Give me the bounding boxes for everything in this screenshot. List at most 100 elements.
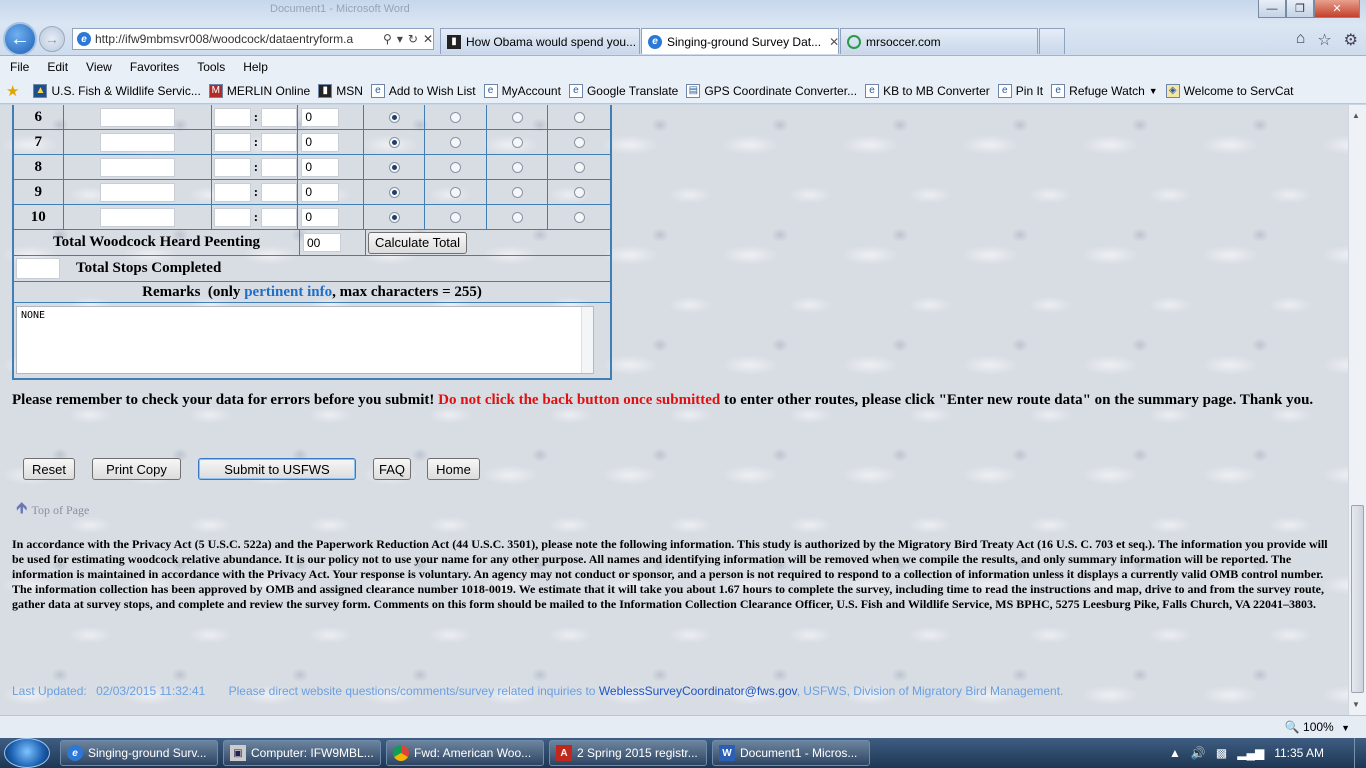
stop-text-field[interactable] [100, 207, 176, 227]
back-button[interactable]: ← [3, 22, 37, 56]
fav-msn[interactable]: ▮ MSN [318, 83, 363, 98]
network-icon[interactable]: ▩ [1216, 746, 1227, 760]
stop-radio-button[interactable] [388, 136, 400, 148]
search-icon[interactable]: ⚲ [383, 32, 392, 46]
taskbar-item-ie[interactable]: e Singing-ground Surv... [60, 740, 218, 766]
tab-singing-ground[interactable]: e Singing-ground Survey Dat... ✕ [641, 28, 839, 54]
stop-radio-button[interactable] [511, 211, 523, 223]
time-minute-field[interactable] [261, 157, 298, 177]
tab-obama[interactable]: ▮ How Obama would spend you... [440, 28, 640, 54]
reset-button[interactable]: Reset [23, 458, 75, 480]
volume-icon[interactable]: 🔊 [1191, 746, 1206, 760]
fav-refuge-watch[interactable]: e Refuge Watch ▼ [1051, 83, 1158, 98]
stop-radio-button[interactable] [573, 111, 585, 123]
fav-servcat[interactable]: ◈ Welcome to ServCat [1165, 83, 1294, 98]
stop-radio-button[interactable] [450, 186, 462, 198]
time-hour-field[interactable] [214, 157, 251, 177]
stop-radio-button[interactable] [388, 186, 400, 198]
clock[interactable]: 11:35 AM [1274, 746, 1324, 760]
tab-mrsoccer[interactable]: mrsoccer.com [840, 28, 1038, 54]
menu-help[interactable]: Help [243, 60, 268, 74]
menu-edit[interactable]: Edit [47, 60, 68, 74]
taskbar-item-word[interactable]: W Document1 - Micros... [712, 740, 870, 766]
menu-favorites[interactable]: Favorites [130, 60, 179, 74]
menu-tools[interactable]: Tools [197, 60, 225, 74]
stop-radio-button[interactable] [511, 161, 523, 173]
settings-gear-icon[interactable]: ⚙ [1344, 30, 1358, 50]
home-icon[interactable]: ⌂ [1296, 30, 1306, 50]
fav-translate[interactable]: e Google Translate [568, 83, 678, 98]
time-minute-field[interactable] [261, 132, 298, 152]
stop-radio-button[interactable] [450, 161, 462, 173]
stop-text-field[interactable] [100, 132, 176, 152]
woodcock-count-field[interactable]: 0 [301, 132, 340, 152]
time-hour-field[interactable] [214, 207, 251, 227]
time-hour-field[interactable] [214, 107, 251, 127]
stop-text-field[interactable] [100, 182, 176, 202]
stop-radio-button[interactable] [573, 186, 585, 198]
scroll-up-icon[interactable]: ▲ [1352, 111, 1360, 120]
fav-merlin[interactable]: M MERLIN Online [208, 83, 310, 98]
woodcock-count-field[interactable]: 0 [301, 182, 340, 202]
forward-button[interactable]: → [39, 26, 65, 52]
stop-radio-button[interactable] [573, 161, 585, 173]
stop-radio-button[interactable] [511, 136, 523, 148]
stop-radio-button[interactable] [450, 211, 462, 223]
stop-radio-button[interactable] [511, 186, 523, 198]
show-desktop-button[interactable] [1354, 738, 1366, 768]
fav-gps[interactable]: ▤ GPS Coordinate Converter... [686, 83, 857, 98]
time-minute-field[interactable] [261, 182, 298, 202]
remarks-scrollbar[interactable] [581, 307, 593, 373]
taskbar-item-computer[interactable]: ▣ Computer: IFW9MBL... [223, 740, 381, 766]
minimize-button[interactable]: — [1258, 0, 1286, 18]
faq-button[interactable]: FAQ [373, 458, 411, 480]
zoom-control[interactable]: 🔍 100% ▼ [1285, 720, 1350, 734]
stop-radio-button[interactable] [450, 111, 462, 123]
refresh-icon[interactable]: ↻ [408, 32, 418, 46]
print-copy-button[interactable]: Print Copy [92, 458, 181, 480]
tray-expand-icon[interactable]: ▲ [1169, 746, 1181, 760]
menu-file[interactable]: File [10, 60, 29, 74]
page-scrollbar[interactable]: ▲ ▼ [1348, 105, 1366, 715]
time-hour-field[interactable] [214, 182, 251, 202]
home-button[interactable]: Home [427, 458, 480, 480]
taskbar-item-pdf[interactable]: A 2 Spring 2015 registr... [549, 740, 707, 766]
submit-button[interactable]: Submit to USFWS [198, 458, 356, 480]
stop-text-field[interactable] [100, 107, 176, 127]
favorites-star-icon[interactable]: ★ [6, 82, 19, 100]
fav-pinit[interactable]: e Pin It [997, 83, 1043, 98]
calculate-total-button[interactable]: Calculate Total [368, 231, 468, 254]
fav-usfws[interactable]: ▲ U.S. Fish & Wildlife Servic... [33, 83, 201, 98]
stop-radio-button[interactable] [388, 161, 400, 173]
scroll-down-icon[interactable]: ▼ [1352, 700, 1360, 709]
signal-icon[interactable]: ▂▄▆ [1237, 746, 1264, 760]
fav-wishlist[interactable]: e Add to Wish List [370, 83, 476, 98]
fav-kbmb[interactable]: e KB to MB Converter [865, 83, 990, 98]
time-minute-field[interactable] [261, 107, 298, 127]
stop-radio-button[interactable] [388, 211, 400, 223]
stop-radio-button[interactable] [511, 111, 523, 123]
stop-radio-button[interactable] [450, 136, 462, 148]
close-tab-icon[interactable]: ✕ [829, 35, 838, 49]
new-tab-button[interactable] [1039, 28, 1065, 54]
pertinent-info-link[interactable]: pertinent info [244, 284, 332, 301]
woodcock-count-field[interactable]: 0 [301, 157, 340, 177]
woodcock-count-field[interactable]: 0 [301, 207, 340, 227]
stop-icon[interactable]: ✕ [423, 32, 433, 46]
stop-radio-button[interactable] [573, 136, 585, 148]
remarks-textarea[interactable]: NONE [16, 306, 594, 374]
menu-view[interactable]: View [86, 60, 112, 74]
stop-radio-button[interactable] [573, 211, 585, 223]
dropdown-icon[interactable]: ▾ [397, 32, 403, 46]
time-hour-field[interactable] [214, 132, 251, 152]
scroll-thumb[interactable] [1351, 505, 1364, 693]
stop-radio-button[interactable] [388, 111, 400, 123]
woodcock-count-field[interactable]: 0 [301, 107, 340, 127]
time-minute-field[interactable] [261, 207, 298, 227]
address-url[interactable]: http://ifw9mbmsvr008/woodcock/dataentryf… [95, 32, 378, 46]
start-button[interactable] [4, 738, 50, 768]
stops-completed-field[interactable] [16, 258, 60, 279]
email-link[interactable]: WeblessSurveyCoordinator@fws.gov [599, 684, 797, 698]
taskbar-item-chrome[interactable]: Fwd: American Woo... [386, 740, 544, 766]
top-of-page-link[interactable]: 🡹 Top of Page [16, 497, 89, 524]
